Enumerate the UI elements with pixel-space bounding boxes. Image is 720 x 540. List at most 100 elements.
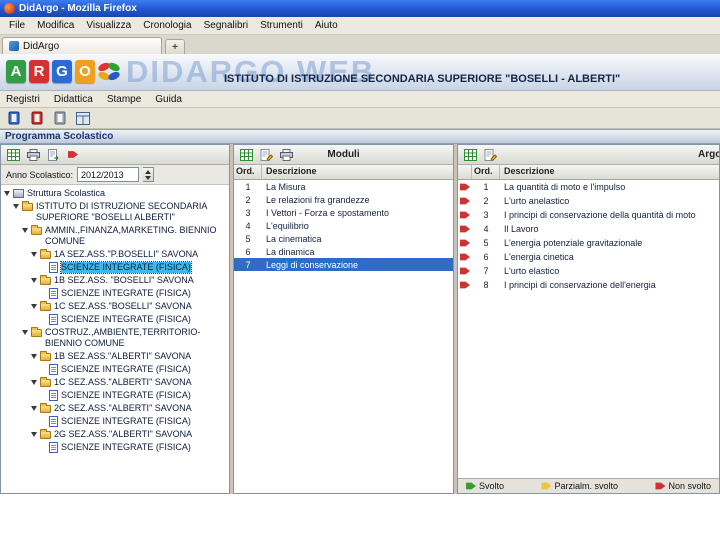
tree-expander-icon[interactable] — [31, 252, 37, 257]
tree-item[interactable]: SCIENZE INTEGRATE (FISICA) — [2, 313, 228, 326]
moduli-row[interactable]: 7 Leggi di conservazione — [234, 258, 453, 271]
descrizione-cell: L'urto anelastico — [504, 196, 570, 206]
tree-item-label: SCIENZE INTEGRATE (FISICA) — [61, 288, 191, 298]
argomenti-col-ord[interactable]: Ord. — [472, 165, 500, 179]
tree-item[interactable]: SCIENZE INTEGRATE (FISICA) — [2, 363, 228, 376]
tree-expander-icon[interactable] — [31, 406, 37, 411]
registro-red-button[interactable] — [28, 110, 46, 127]
argomento-row[interactable]: 7 L'urto elastico — [458, 264, 719, 278]
app-menu-item[interactable]: Registri — [6, 93, 48, 106]
spinner-down-icon[interactable] — [145, 175, 152, 180]
tree-item[interactable]: SCIENZE INTEGRATE (FISICA) — [2, 287, 228, 300]
tab-favicon-icon — [9, 41, 19, 51]
tree-item[interactable]: ISTITUTO DI ISTRUZIONE SECONDARIA SUPERI… — [2, 200, 228, 224]
table-icon — [463, 148, 477, 161]
tree-item-label: Struttura Scolastica — [27, 188, 106, 198]
moduli-col-ord[interactable]: Ord. — [234, 165, 262, 179]
spinner-up-icon[interactable] — [145, 169, 152, 174]
tree-expander-icon[interactable] — [13, 204, 19, 209]
export-icon — [47, 148, 58, 161]
argomento-row[interactable]: 6 L'energia cinetica — [458, 250, 719, 264]
status-non-svolto-icon — [460, 211, 470, 219]
browser-menu-item[interactable]: Strumenti — [254, 18, 309, 33]
anno-spinner[interactable] — [143, 167, 155, 182]
app-menu-item[interactable]: Didattica — [54, 93, 101, 106]
tree-item[interactable]: Struttura Scolastica — [2, 187, 228, 200]
descrizione-cell: Il Lavoro — [504, 224, 539, 234]
tree-expander-icon[interactable] — [31, 380, 37, 385]
window-grid-button[interactable] — [74, 110, 92, 127]
registro-blue-button[interactable] — [5, 110, 23, 127]
tree-expander-icon[interactable] — [22, 228, 28, 233]
tree-expander-icon[interactable] — [31, 304, 37, 309]
window-titlebar[interactable]: DidArgo - Mozilla Firefox — [0, 0, 720, 17]
browser-menu-item[interactable]: Aiuto — [309, 18, 344, 33]
tree-item[interactable]: 1C SEZ.ASS."BOSELLI" SAVONA — [2, 300, 228, 313]
tree-table-button[interactable] — [4, 146, 22, 163]
tree-item[interactable]: SCIENZE INTEGRATE (FISICA) — [2, 441, 228, 454]
tree-item[interactable]: 1B SEZ.ASS."ALBERTI" SAVONA — [2, 350, 228, 363]
browser-menu-item[interactable]: File — [3, 18, 31, 33]
moduli-row[interactable]: 2 Le relazioni fra grandezze — [234, 193, 453, 206]
browser-tab[interactable]: DidArgo — [2, 37, 162, 54]
moduli-row[interactable]: 3 I Vettori - Forza e spostamento — [234, 206, 453, 219]
tree-item[interactable]: SCIENZE INTEGRATE (FISICA) — [2, 389, 228, 402]
argomenti-table-button[interactable] — [461, 146, 479, 163]
tree-item[interactable]: SCIENZE INTEGRATE (FISICA) — [2, 261, 228, 274]
browser-menu-item[interactable]: Cronologia — [137, 18, 197, 33]
tree-tag-button[interactable] — [64, 146, 82, 163]
tree-item[interactable]: AMMIN.,FINANZA,MARKETING. BIENNIO COMUNE — [2, 224, 228, 248]
subject-icon — [49, 262, 58, 273]
tree-expander-icon[interactable] — [31, 354, 37, 359]
argomento-row[interactable]: 1 La quantità di moto e l'impulso — [458, 180, 719, 194]
moduli-col-descrizione[interactable]: Descrizione — [262, 165, 453, 179]
argomenti-col-descrizione[interactable]: Descrizione — [500, 165, 719, 179]
moduli-edit-button[interactable] — [257, 146, 275, 163]
new-tab-button[interactable]: + — [165, 39, 185, 54]
tree-item[interactable]: SCIENZE INTEGRATE (FISICA) — [2, 415, 228, 428]
tree-item-label: 1C SEZ.ASS."ALBERTI" SAVONA — [54, 377, 192, 387]
argomento-row[interactable]: 5 L'energia potenziale gravitazionale — [458, 236, 719, 250]
tree-item[interactable]: 1A SEZ.ASS."P.BOSELLI" SAVONA — [2, 248, 228, 261]
tree-item[interactable]: 1B SEZ.ASS. "BOSELLI" SAVONA — [2, 274, 228, 287]
moduli-row[interactable]: 4 L'equilibrio — [234, 219, 453, 232]
argomento-row[interactable]: 4 Il Lavoro — [458, 222, 719, 236]
tree-expander-icon[interactable] — [22, 330, 28, 335]
moduli-print-button[interactable] — [277, 146, 295, 163]
tree-expander-icon[interactable] — [31, 278, 37, 283]
legend-label: Non svolto — [668, 481, 711, 491]
tree-expander-icon[interactable] — [31, 432, 37, 437]
moduli-table-button[interactable] — [237, 146, 255, 163]
descrizione-cell: La cinematica — [266, 233, 322, 244]
moduli-row[interactable]: 5 La cinematica — [234, 232, 453, 245]
tree-item[interactable]: COSTRUZ.,AMBIENTE,TERRITORIO-BIENNIO COM… — [2, 326, 228, 350]
argomento-row[interactable]: 3 I principi di conservazione della quant… — [458, 208, 719, 222]
moduli-panel: Moduli Ord. Descrizione 1 La Misura 2 Le re… — [233, 144, 454, 494]
browser-menu-item[interactable]: Visualizza — [80, 18, 137, 33]
tree-item[interactable]: 2C SEZ.ASS."ALBERTI" SAVONA — [2, 402, 228, 415]
moduli-rows: 1 La Misura 2 Le relazioni fra grandezze 3 I … — [234, 180, 453, 493]
print-icon — [279, 148, 293, 161]
ord-cell: 2 — [483, 196, 489, 206]
tree-print-button[interactable] — [24, 146, 42, 163]
registro-grey-button[interactable] — [51, 110, 69, 127]
argomento-row[interactable]: 8 I principi di conservazione dell'energi… — [458, 278, 719, 292]
browser-menubar: File Modifica Visualizza Cronologia Segnalib… — [0, 17, 720, 35]
moduli-row[interactable]: 1 La Misura — [234, 180, 453, 193]
anno-scolastico-field[interactable]: 2012/2013 — [77, 167, 140, 182]
browser-menu-item[interactable]: Segnalibri — [198, 18, 254, 33]
moduli-row[interactable]: 6 La dinamica — [234, 245, 453, 258]
browser-menu-item[interactable]: Modifica — [31, 18, 80, 33]
tree-expander-icon[interactable] — [4, 191, 10, 196]
ord-cell: 3 — [245, 207, 251, 218]
app-toolbar — [0, 108, 720, 129]
app-menu-item[interactable]: Guida — [155, 93, 190, 106]
argomenti-edit-button[interactable] — [481, 146, 499, 163]
status-non-svolto-icon — [460, 281, 470, 289]
app-menu-item[interactable]: Stampe — [107, 93, 149, 106]
tree-item[interactable]: 1C SEZ.ASS."ALBERTI" SAVONA — [2, 376, 228, 389]
argomento-row[interactable]: 2 L'urto anelastico — [458, 194, 719, 208]
argo-logo: ARGO — [6, 60, 95, 83]
tree-item[interactable]: 2G SEZ.ASS."ALBERTI" SAVONA — [2, 428, 228, 441]
tree-export-button[interactable] — [44, 146, 62, 163]
